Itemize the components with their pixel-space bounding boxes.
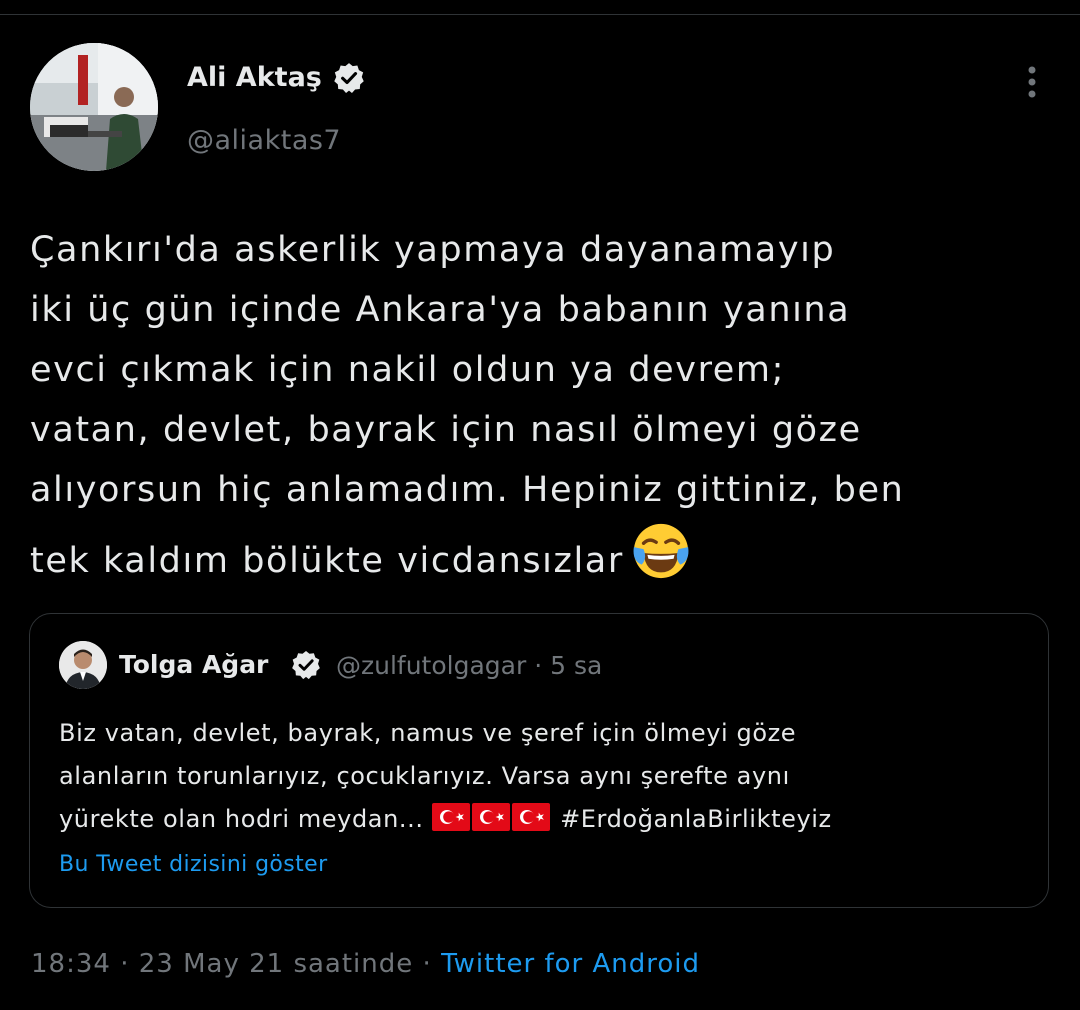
quoted-line: Biz vatan, devlet, bayrak, namus ve şere… (59, 719, 797, 747)
tweet-time[interactable]: 18:34 (31, 949, 111, 979)
quoted-author-handle[interactable]: @zulfutolgagar (336, 651, 526, 680)
tweet-line: alıyorsun hiç anlamadım. Hepiniz gittini… (30, 470, 905, 510)
author-name[interactable]: Ali Aktaş (187, 62, 322, 93)
author-avatar[interactable] (30, 43, 158, 171)
avatar-photo-icon (30, 43, 158, 171)
verified-badge-icon (334, 63, 364, 94)
meta-separator: · (120, 949, 130, 979)
verified-badge-icon (292, 651, 320, 680)
quoted-line-last: yürekte olan hodri meydan... #ErdoğanlaB… (59, 798, 1019, 841)
more-options-icon[interactable] (1015, 62, 1049, 102)
quoted-author-avatar[interactable] (59, 641, 107, 689)
tweet-footer-meta: 18:34 · 23 May 21 saatinde · Twitter for… (31, 949, 700, 979)
meta-separator: · (422, 949, 432, 979)
tweet-line-last: tek kaldım bölükte vicdansızlar (30, 520, 1060, 591)
tweet-line: iki üç gün içinde Ankara'ya babanın yanı… (30, 290, 851, 330)
quoted-line: yürekte olan hodri meydan... (59, 805, 424, 833)
meta-separator: · (534, 651, 543, 680)
turkey-flag-icon (471, 803, 510, 831)
turkey-flag-icon (431, 803, 470, 831)
tweet-text: Çankırı'da askerlik yapmaya dayanamayıp … (30, 220, 1060, 591)
quoted-time[interactable]: 5 sa (550, 651, 602, 680)
quoted-meta: @zulfutolgagar · 5 sa (336, 651, 602, 680)
turkey-flag-icon (511, 803, 550, 831)
tweet-line: vatan, devlet, bayrak için nasıl ölmeyi … (30, 410, 862, 450)
tweet-source-link[interactable]: Twitter for Android (441, 949, 700, 979)
tweet-line: tek kaldım bölükte vicdansızlar (30, 541, 624, 581)
avatar-photo-icon (59, 641, 107, 689)
show-thread-link[interactable]: Bu Tweet dizisini göster (59, 852, 328, 877)
face-with-tears-of-joy-icon (633, 523, 689, 579)
quoted-tweet-card[interactable]: Tolga Ağar @zulfutolgagar · 5 sa Biz vat… (29, 613, 1049, 908)
quoted-author-name[interactable]: Tolga Ağar (119, 650, 268, 679)
author-handle[interactable]: @aliaktas7 (187, 125, 341, 156)
hashtag-link[interactable]: #ErdoğanlaBirlikteyiz (560, 805, 832, 833)
quoted-tweet-text: Biz vatan, devlet, bayrak, namus ve şere… (59, 712, 1019, 841)
tweet-line: evci çıkmak için nakil oldun ya devrem; (30, 350, 786, 390)
tweet-date[interactable]: 23 May 21 saatinde (139, 949, 414, 979)
quoted-line: alanların torunlarıyız, çocuklarıyız. Va… (59, 762, 790, 790)
top-divider (0, 14, 1080, 15)
tweet-line: Çankırı'da askerlik yapmaya dayanamayıp (30, 230, 836, 270)
